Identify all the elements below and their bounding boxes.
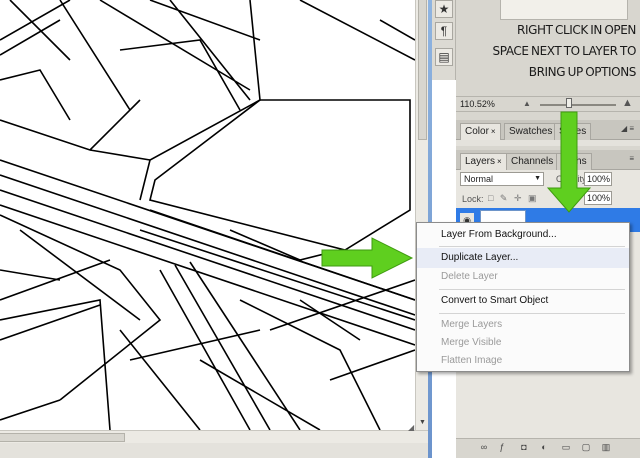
layer-context-menu: Layer From Background... Duplicate Layer…: [416, 222, 630, 372]
close-icon[interactable]: ×: [497, 157, 502, 166]
star-tool-icon[interactable]: ★: [435, 0, 453, 18]
zoom-slider-track[interactable]: [540, 104, 616, 106]
blend-mode-select[interactable]: Normal ▼: [460, 172, 544, 186]
tab-styles[interactable]: Styles: [554, 123, 592, 140]
instruction-line: SPACE NEXT TO LAYER TO: [492, 44, 637, 58]
document-canvas[interactable]: [0, 0, 415, 430]
layer-mask-icon[interactable]: ◘: [518, 441, 530, 453]
horizontal-scrollbar[interactable]: [0, 430, 428, 443]
scroll-down-arrow-icon[interactable]: ▼: [417, 417, 428, 428]
layers-panel-tabs: Layers × Channels Paths ≡: [456, 150, 640, 170]
link-layers-icon[interactable]: ∞: [478, 441, 490, 453]
new-group-icon[interactable]: ▭: [560, 441, 572, 453]
menu-separator: [439, 289, 625, 290]
tab-label: Paths: [561, 156, 587, 167]
tab-paths[interactable]: Paths: [556, 153, 592, 170]
zoom-level-field[interactable]: 110.52%: [460, 99, 496, 110]
tutorial-instruction: RIGHT CLICK IN OPEN SPACE NEXT TO LAYER …: [458, 20, 637, 83]
collapsed-tool-strip: ★ ¶ ▤: [432, 0, 456, 80]
lock-options-icons[interactable]: □ ✎ ✛ ▣: [488, 193, 539, 204]
color-panel-body: [456, 140, 640, 146]
tab-color[interactable]: Color ×: [460, 123, 501, 140]
horizontal-scroll-thumb[interactable]: [0, 433, 125, 442]
tab-label: Styles: [559, 126, 587, 137]
adjustment-layer-icon[interactable]: ◐: [538, 441, 550, 453]
tab-swatches[interactable]: Swatches: [504, 123, 558, 140]
trash-icon[interactable]: ▥: [600, 441, 612, 453]
tab-label: Color: [465, 126, 489, 137]
tab-label: Channels: [511, 156, 554, 167]
menu-item-merge-layers[interactable]: Merge Layers: [417, 315, 629, 335]
paragraph-panel-icon[interactable]: ¶: [435, 22, 453, 40]
lock-label: Lock:: [462, 194, 484, 204]
menu-item-delete-layer[interactable]: Delete Layer: [417, 267, 629, 287]
zoom-in-icon[interactable]: ▲: [622, 97, 633, 109]
navigator-preview[interactable]: [500, 0, 628, 20]
new-layer-icon[interactable]: ▢: [580, 441, 592, 453]
blend-mode-value: Normal: [464, 174, 494, 184]
layer-style-icon[interactable]: ƒ: [496, 441, 508, 453]
instruction-line: BRING UP OPTIONS: [528, 65, 637, 79]
line-art-drawing: [0, 0, 415, 430]
zoom-out-icon[interactable]: ▲: [523, 99, 531, 108]
menu-item-duplicate-layer[interactable]: Duplicate Layer...: [417, 248, 629, 268]
menu-item-flatten-image[interactable]: Flatten Image: [417, 351, 629, 371]
chevron-down-icon: ▼: [534, 175, 541, 182]
tab-channels[interactable]: Channels: [506, 153, 559, 170]
panel-menu-icon[interactable]: ◢ ≡: [621, 124, 634, 133]
resize-grip-icon[interactable]: ◢: [408, 424, 416, 432]
tab-label: Swatches: [509, 126, 553, 137]
opacity-field[interactable]: 100%: [584, 172, 612, 186]
color-panel-tabs: Color × Swatches Styles ◢ ≡: [456, 120, 640, 140]
tab-label: Layers: [465, 156, 496, 167]
window-bottom-edge: [0, 443, 432, 458]
menu-item-convert-to-smart-object[interactable]: Convert to Smart Object: [417, 291, 629, 311]
tab-layers[interactable]: Layers ×: [460, 153, 507, 170]
menu-separator: [439, 313, 625, 314]
panel-stack-icon[interactable]: ▤: [435, 48, 453, 66]
menu-item-layer-from-background[interactable]: Layer From Background...: [417, 225, 629, 245]
fill-field[interactable]: 100%: [584, 191, 612, 205]
vertical-scroll-thumb[interactable]: [418, 0, 427, 140]
close-icon[interactable]: ×: [491, 127, 496, 136]
menu-item-merge-visible[interactable]: Merge Visible: [417, 333, 629, 353]
panel-menu-icon[interactable]: ≡: [629, 154, 634, 163]
instruction-line: RIGHT CLICK IN OPEN: [517, 23, 636, 37]
zoom-slider-knob[interactable]: [566, 98, 572, 108]
menu-separator: [439, 246, 625, 247]
